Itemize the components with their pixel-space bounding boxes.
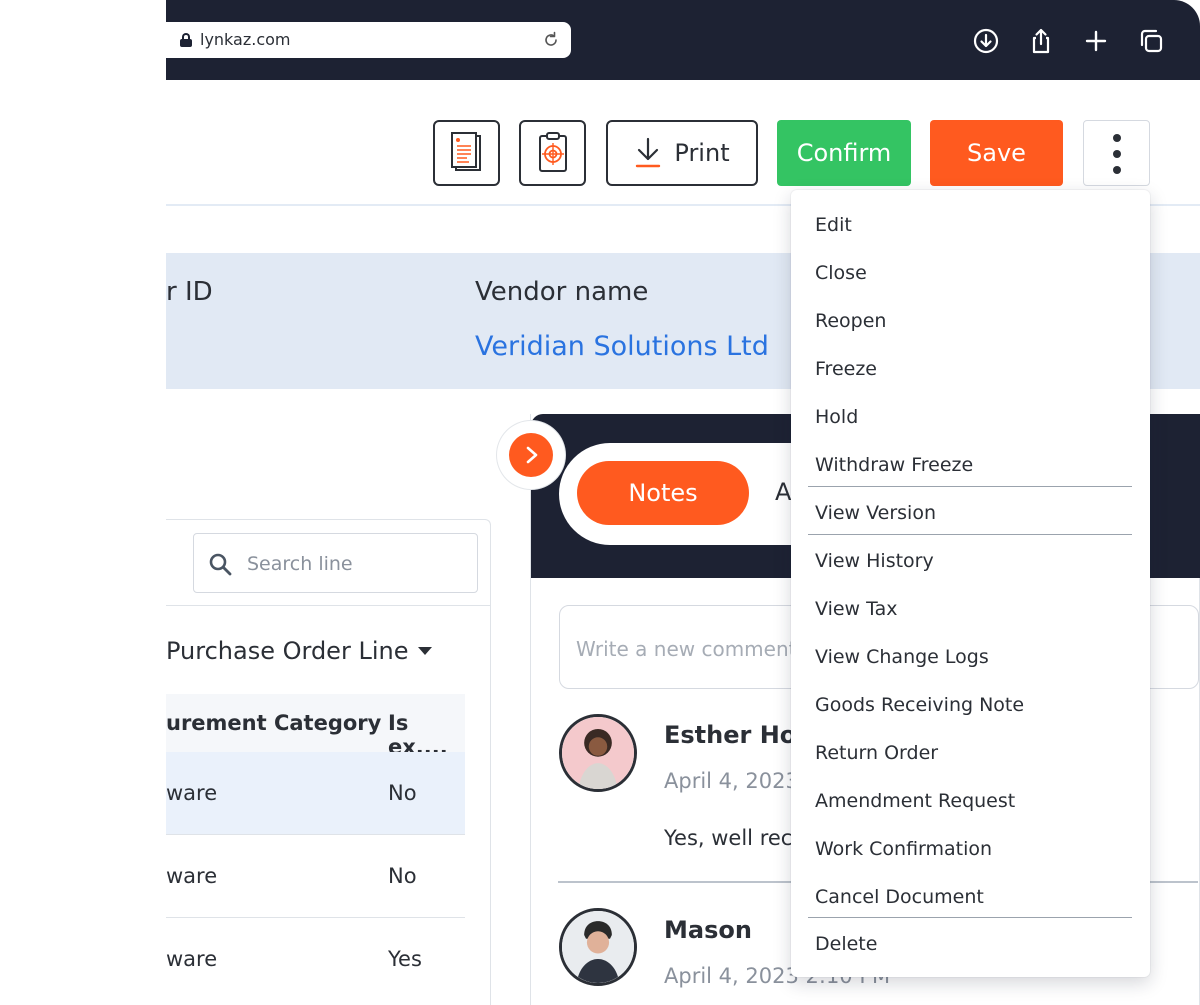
menu-item-freeze[interactable]: Freeze: [815, 358, 877, 380]
cell-is-ex: No: [388, 781, 417, 805]
menu-item-hold[interactable]: Hold: [815, 406, 858, 428]
confirm-button[interactable]: Confirm: [777, 120, 911, 186]
vendor-name-label: Vendor name: [475, 277, 649, 307]
more-options-menu: Edit Close Reopen Freeze Hold Withdraw F…: [791, 190, 1150, 977]
cell-is-ex: Yes: [388, 947, 422, 971]
comment-author: Mason: [664, 916, 752, 944]
menu-item-cancel-document[interactable]: Cancel Document: [815, 886, 984, 908]
table-row[interactable]: ware No: [166, 835, 465, 918]
cell-category: ware: [166, 781, 218, 805]
menu-divider: [808, 534, 1132, 535]
print-label: Print: [674, 139, 730, 167]
menu-divider: [808, 917, 1132, 918]
id-label: r ID: [166, 277, 213, 307]
comment-placeholder: Write a new comment: [576, 637, 797, 661]
comment-text: Yes, well rece: [664, 826, 806, 850]
comment-date: April 4, 2023: [664, 769, 799, 793]
menu-item-reopen[interactable]: Reopen: [815, 310, 886, 332]
vendor-name-link[interactable]: Veridian Solutions Ltd: [475, 331, 769, 362]
menu-item-view-version[interactable]: View Version: [815, 502, 936, 524]
search-placeholder: Search line: [247, 553, 353, 575]
avatar: [559, 908, 637, 986]
menu-item-view-tax[interactable]: View Tax: [815, 598, 897, 620]
menu-item-close[interactable]: Close: [815, 262, 867, 284]
search-line-input[interactable]: Search line: [193, 533, 478, 593]
browser-toolbar: lynkaz.com: [166, 0, 1200, 80]
table-row[interactable]: ware No: [166, 752, 465, 835]
menu-item-view-history[interactable]: View History: [815, 550, 934, 572]
table-header: urement Category Is ex....: [166, 694, 465, 759]
download-icon[interactable]: [972, 27, 1000, 55]
purchase-order-lines-panel: Search line Purchase Order Line urement …: [166, 519, 491, 1005]
menu-item-goods-receiving-note[interactable]: Goods Receiving Note: [815, 694, 1024, 716]
share-icon[interactable]: [1027, 27, 1055, 55]
menu-divider: [808, 486, 1132, 487]
lock-icon: [180, 33, 192, 47]
download-arrow-icon: [636, 137, 661, 168]
reload-icon[interactable]: [541, 30, 561, 50]
tab-notes[interactable]: Notes: [577, 461, 749, 525]
target-clipboard-button[interactable]: [519, 120, 586, 186]
cell-category: ware: [166, 947, 218, 971]
target-clipboard-icon: [538, 132, 567, 172]
line-type-label: Purchase Order Line: [166, 637, 409, 665]
menu-item-work-confirmation[interactable]: Work Confirmation: [815, 838, 992, 860]
menu-item-return-order[interactable]: Return Order: [815, 742, 938, 764]
tabs-icon[interactable]: [1137, 27, 1165, 55]
menu-item-delete[interactable]: Delete: [815, 933, 877, 955]
avatar: [559, 714, 637, 792]
column-header-category[interactable]: urement Category: [166, 711, 381, 735]
chevron-right-icon: [526, 446, 538, 464]
document-button[interactable]: [433, 120, 500, 186]
menu-item-view-change-logs[interactable]: View Change Logs: [815, 646, 989, 668]
panel-toggle-button[interactable]: [497, 421, 565, 489]
address-bar[interactable]: lynkaz.com: [166, 22, 571, 58]
search-icon: [209, 553, 232, 576]
caret-down-icon: [418, 647, 433, 655]
url-text: lynkaz.com: [200, 30, 291, 49]
cell-is-ex: No: [388, 864, 417, 888]
menu-item-edit[interactable]: Edit: [815, 214, 852, 236]
panel-divider: [166, 605, 491, 606]
more-options-button[interactable]: [1083, 120, 1150, 186]
menu-item-amendment-request[interactable]: Amendment Request: [815, 790, 1015, 812]
print-button[interactable]: Print: [606, 120, 758, 186]
save-button[interactable]: Save: [930, 120, 1063, 186]
menu-item-withdraw-freeze[interactable]: Withdraw Freeze: [815, 454, 973, 476]
tab-attachments[interactable]: A: [775, 478, 791, 506]
line-type-dropdown[interactable]: Purchase Order Line: [166, 637, 433, 665]
cell-category: ware: [166, 864, 218, 888]
document-icon: [450, 132, 481, 171]
plus-icon[interactable]: [1082, 27, 1110, 55]
table-row[interactable]: ware Yes: [166, 918, 465, 1001]
